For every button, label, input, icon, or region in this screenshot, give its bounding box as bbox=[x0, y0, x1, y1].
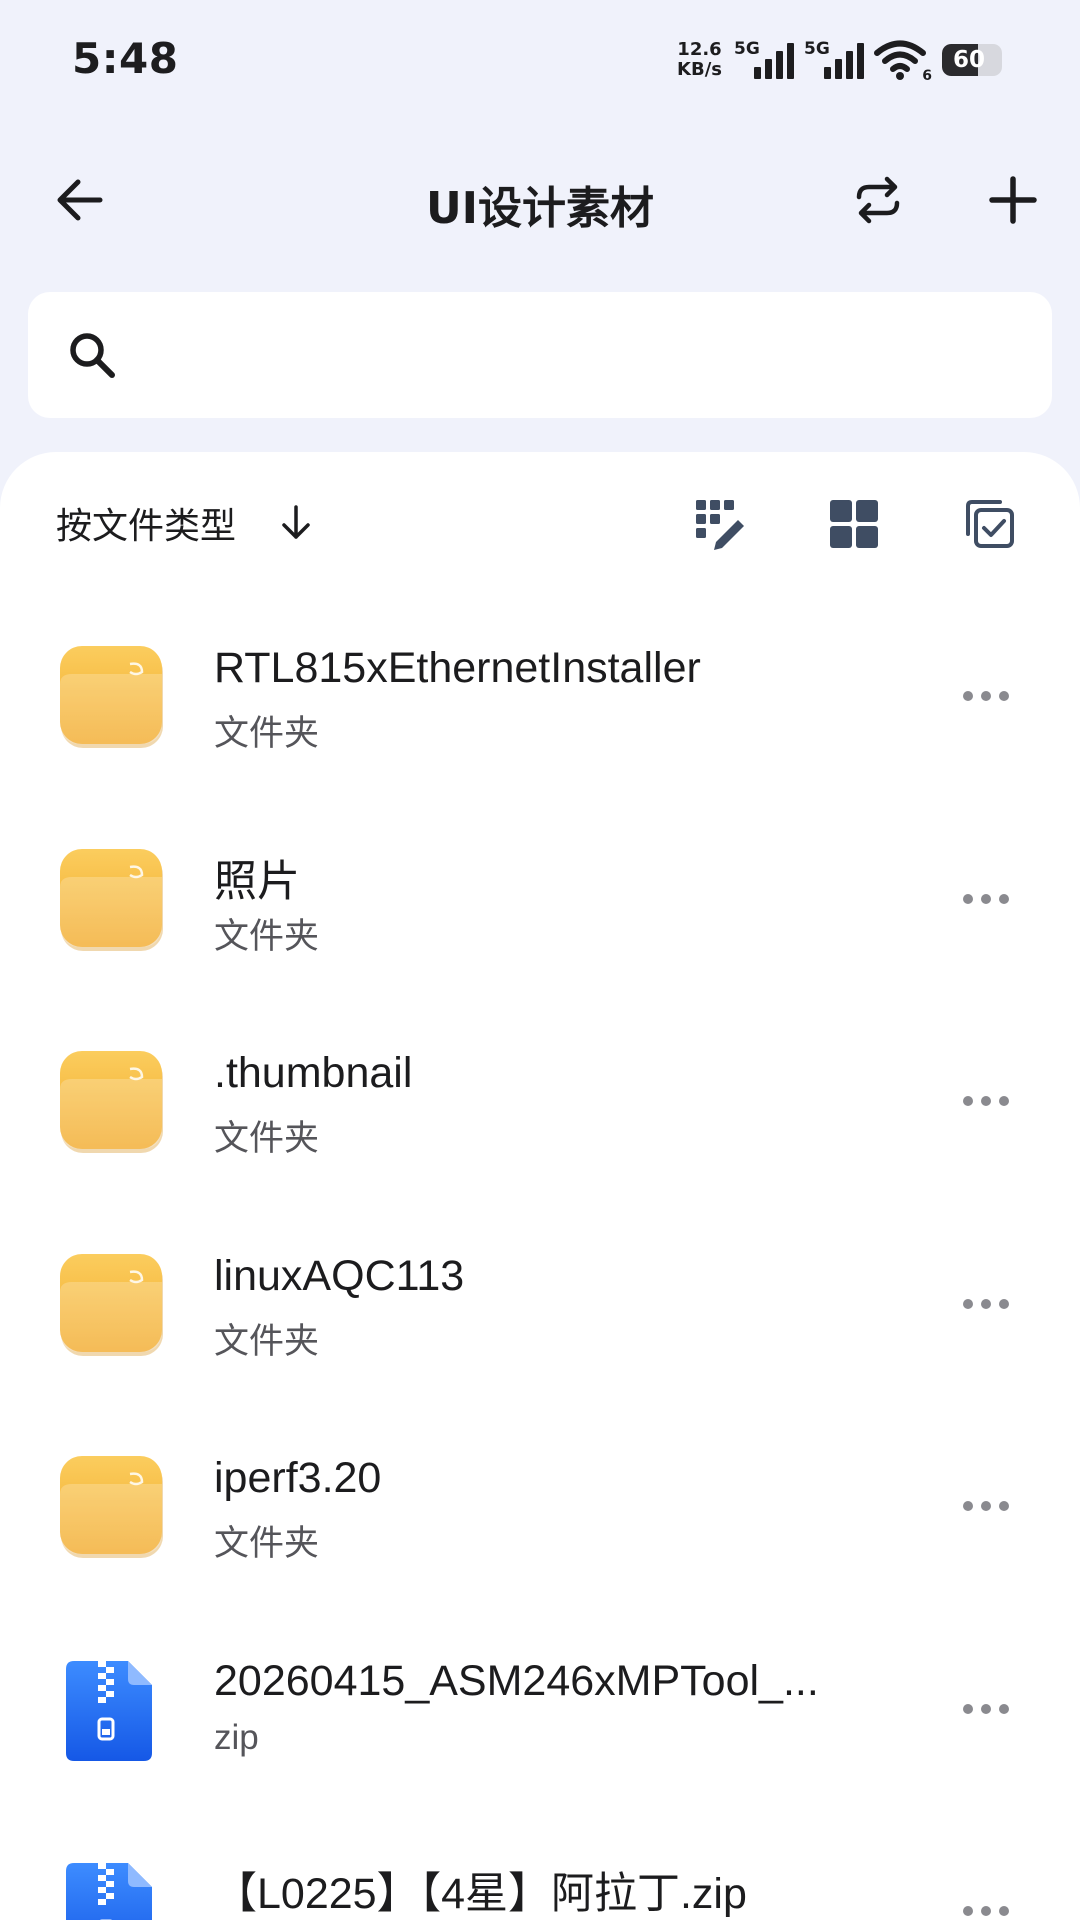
more-options-button[interactable] bbox=[950, 1881, 1022, 1920]
more-dot-icon bbox=[963, 1096, 973, 1106]
sim2-bars bbox=[824, 43, 864, 79]
zip-icon bbox=[58, 1657, 166, 1765]
more-dot-icon bbox=[999, 1703, 1009, 1714]
file-name: linuxAQC113 bbox=[214, 1251, 465, 1300]
more-dot-icon bbox=[963, 1703, 973, 1714]
arrow-down-icon bbox=[282, 505, 310, 539]
plus-icon bbox=[989, 176, 1037, 224]
more-dot-icon bbox=[963, 1906, 973, 1916]
file-name: RTL815xEthernetInstaller bbox=[214, 644, 701, 692]
file-name: 照片 bbox=[214, 857, 300, 906]
sim1-signal-icon: 5G bbox=[734, 35, 794, 85]
more-dot-icon bbox=[999, 691, 1009, 701]
more-options-button[interactable] bbox=[950, 1071, 1022, 1131]
grid-view-icon bbox=[830, 500, 878, 548]
file-type: 文件夹 bbox=[214, 916, 320, 956]
more-dot-icon bbox=[981, 1096, 991, 1106]
more-dot-icon bbox=[981, 1298, 991, 1309]
more-options-button[interactable] bbox=[950, 1274, 1022, 1334]
more-dot-icon bbox=[963, 893, 973, 904]
more-dot-icon bbox=[999, 1096, 1009, 1106]
more-dot-icon bbox=[999, 1298, 1009, 1309]
search-bar[interactable] bbox=[28, 292, 1052, 418]
file-row[interactable]: iperf3.20 文件夹 bbox=[0, 1402, 1080, 1605]
file-type: 文件夹 bbox=[214, 1321, 320, 1361]
list-toolbar: 按文件类型 bbox=[0, 452, 1080, 592]
file-row[interactable]: 【L0225】【4星】阿拉丁.zip bbox=[0, 1807, 1080, 1920]
more-options-button[interactable] bbox=[950, 869, 1022, 929]
battery-icon: 60 bbox=[942, 44, 1002, 76]
file-name: 20260415_ASM246xMPTool_... bbox=[214, 1656, 819, 1705]
add-button[interactable] bbox=[973, 160, 1053, 240]
file-row[interactable]: linuxAQC113 文件夹 bbox=[0, 1200, 1080, 1403]
more-dot-icon bbox=[999, 1501, 1009, 1511]
more-options-button[interactable] bbox=[950, 1476, 1022, 1536]
sort-by-type-button[interactable]: 按文件类型 bbox=[56, 488, 316, 558]
file-type: 文件夹 bbox=[214, 1524, 320, 1563]
network-speed-value: 12.6 bbox=[677, 39, 722, 60]
network-speed: 12.6 KB/s bbox=[677, 40, 722, 80]
swap-arrows-icon bbox=[856, 176, 900, 224]
more-dot-icon bbox=[963, 691, 973, 701]
grid-edit-icon bbox=[696, 500, 744, 550]
sync-button[interactable] bbox=[838, 160, 918, 240]
more-dot-icon bbox=[981, 1906, 991, 1916]
edit-layout-button[interactable] bbox=[688, 492, 752, 556]
sim2-signal-icon: 5G bbox=[804, 35, 864, 85]
file-name: .thumbnail bbox=[214, 1049, 413, 1097]
app-bar: UI设计素材 bbox=[0, 140, 1080, 260]
more-options-button[interactable] bbox=[950, 666, 1022, 726]
folder-icon bbox=[58, 1454, 166, 1562]
file-type: 文件夹 bbox=[214, 714, 320, 753]
file-list-panel: 按文件类型 RTL815xEthernetInstaller 文件夹 照片 文件… bbox=[0, 452, 1080, 1920]
sim1-bars bbox=[754, 43, 794, 79]
status-icons: 12.6 KB/s 5G 5G 6 60 bbox=[677, 30, 1002, 90]
wifi-icon: 6 bbox=[874, 38, 932, 84]
more-dot-icon bbox=[999, 893, 1009, 904]
search-icon bbox=[70, 333, 115, 378]
multi-select-button[interactable] bbox=[958, 492, 1022, 556]
file-row[interactable]: 照片 文件夹 bbox=[0, 795, 1080, 998]
page-title: UI设计素材 bbox=[425, 183, 655, 234]
file-type: 文件夹 bbox=[214, 1119, 320, 1158]
battery-text: 60 bbox=[952, 47, 985, 73]
file-name: 【L0225】【4星】阿拉丁.zip bbox=[214, 1870, 747, 1918]
folder-icon bbox=[58, 847, 166, 955]
more-dot-icon bbox=[981, 1703, 991, 1714]
status-bar: 5:48 12.6 KB/s 5G 5G 6 60 bbox=[0, 0, 1080, 120]
file-row[interactable]: .thumbnail 文件夹 bbox=[0, 997, 1080, 1200]
zip-icon bbox=[58, 1859, 166, 1920]
more-dot-icon bbox=[981, 1501, 991, 1511]
more-dot-icon bbox=[963, 1501, 973, 1511]
file-name: iperf3.20 bbox=[214, 1454, 382, 1502]
file-type: zip bbox=[214, 1717, 259, 1757]
status-time: 5:48 bbox=[72, 34, 179, 83]
folder-icon bbox=[58, 1049, 166, 1157]
file-list: RTL815xEthernetInstaller 文件夹 照片 文件夹 .thumb… bbox=[0, 592, 1080, 1920]
folder-icon bbox=[58, 1252, 166, 1360]
file-row[interactable]: RTL815xEthernetInstaller 文件夹 bbox=[0, 592, 1080, 795]
more-dot-icon bbox=[999, 1906, 1009, 1916]
more-dot-icon bbox=[981, 691, 991, 701]
folder-icon bbox=[58, 644, 166, 752]
network-speed-unit: KB/s bbox=[677, 59, 722, 80]
search-input[interactable] bbox=[138, 334, 998, 376]
wifi-label: 6 bbox=[922, 68, 932, 84]
file-row[interactable]: 20260415_ASM246xMPTool_...zip bbox=[0, 1605, 1080, 1808]
multi-select-icon bbox=[966, 500, 1014, 548]
grid-view-button[interactable] bbox=[822, 492, 886, 556]
more-dot-icon bbox=[963, 1298, 973, 1309]
sort-label: 按文件类型 bbox=[56, 506, 237, 547]
more-options-button[interactable] bbox=[950, 1679, 1022, 1739]
file-manager-screen: 5:48 12.6 KB/s 5G 5G 6 60 UI设计素材 按文件类型 R… bbox=[0, 0, 1080, 1920]
more-dot-icon bbox=[981, 893, 991, 904]
